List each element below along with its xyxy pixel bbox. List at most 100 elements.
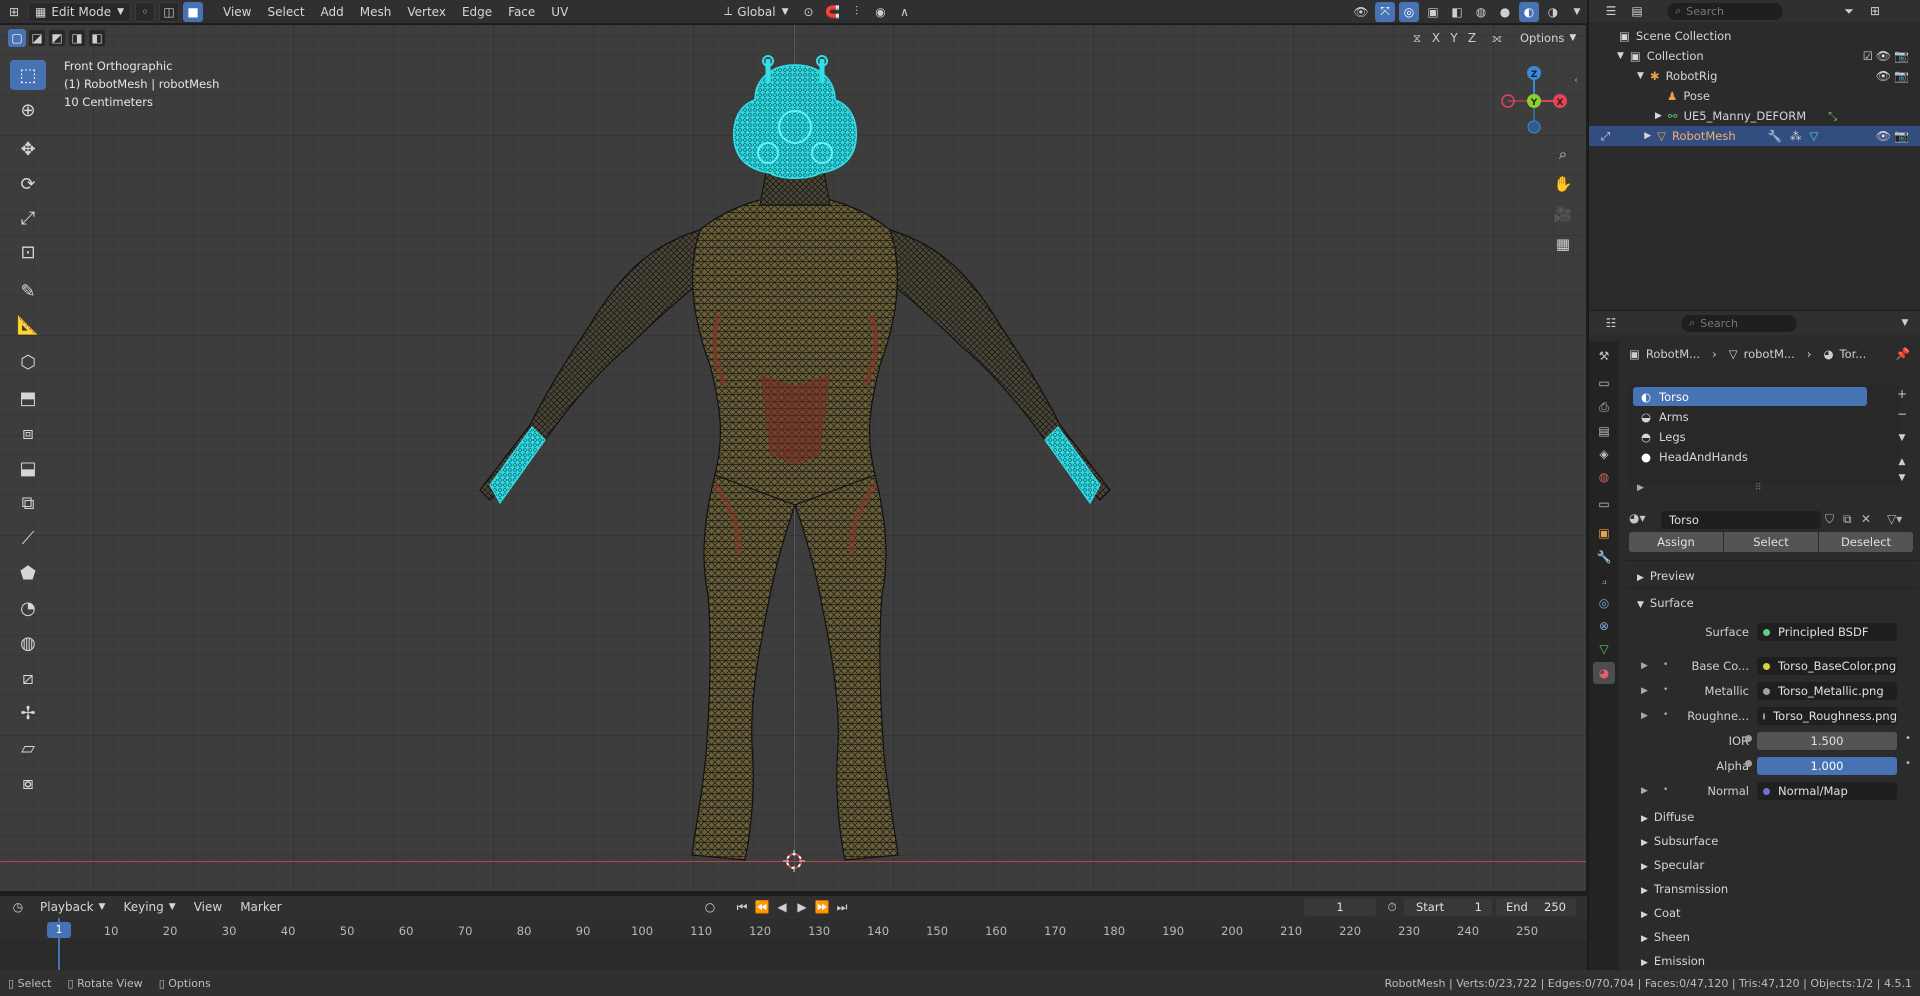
visibility-icon[interactable]: 👁 [1351, 2, 1371, 22]
modifier-tab-icon[interactable]: 🔧 [1593, 546, 1615, 568]
transform-tool-icon[interactable]: ⊡ [10, 237, 46, 267]
spin-tool-icon[interactable]: ◔ [10, 593, 46, 623]
properties-search-input[interactable]: ⌕ Search [1681, 314, 1797, 332]
material-slot-legs[interactable]: ◓ Legs [1633, 427, 1867, 446]
eye-icon[interactable]: 👁 [1876, 129, 1891, 143]
filter-icon[interactable]: ⏷ [1839, 1, 1859, 21]
cursor-tool-icon[interactable]: ⊕ [10, 95, 46, 125]
constraints-tab-icon[interactable]: ⊗ [1593, 615, 1615, 637]
subpanel-emission[interactable]: ▶ Emission [1641, 954, 1705, 968]
record-icon[interactable]: ○ [700, 897, 720, 917]
falloff-icon[interactable]: ∧ [895, 2, 915, 22]
auto-merge-icon[interactable]: ⟗ [1488, 29, 1506, 47]
loop-cut-tool-icon[interactable]: ⧉ [10, 488, 46, 518]
subpanel-diffuse[interactable]: ▶ Diffuse [1641, 810, 1694, 824]
shear-tool-icon[interactable]: ▱ [10, 733, 46, 763]
add-cube-tool-icon[interactable]: ⬡ [10, 347, 46, 377]
world-tab-icon[interactable]: ◍ [1593, 466, 1615, 488]
start-frame-field[interactable]: Start 1 [1404, 898, 1492, 916]
playhead-frame-badge[interactable]: 1 [47, 922, 71, 938]
chevron-right-icon[interactable]: ▶ [1641, 711, 1648, 721]
timeline-menu-keying[interactable]: Keying ▼ [117, 897, 181, 917]
timeline-editor-icon[interactable]: ◷ [8, 897, 28, 917]
zoom-icon[interactable]: ⌕ [1550, 141, 1576, 167]
pan-hand-icon[interactable]: ✋ [1550, 171, 1576, 197]
material-slot-arms[interactable]: ◒ Arms [1633, 407, 1867, 426]
jump-keyframe-forward-icon[interactable]: ⏩ [812, 897, 832, 917]
outliner-row-collection[interactable]: ▼ ▣ Collection ☑ 👁 📷 [1589, 46, 1920, 66]
3d-viewport[interactable]: ▢ ◪ ◩ ◨ ◧ ⬚ ⊕ ✥ ⟳ ⤢ ⊡ ✎ 📐 ⬡ ⬒ ⧈ ⬓ ⧉ ⟋ ⬟ … [0, 25, 1586, 891]
edge-slide-tool-icon[interactable]: ⧄ [10, 663, 46, 693]
surface-panel-header[interactable]: ▼ Surface [1637, 596, 1694, 610]
select-new-icon[interactable]: ▢ [8, 29, 26, 47]
axis-z-toggle[interactable]: Z [1464, 29, 1480, 47]
smooth-tool-icon[interactable]: ◍ [10, 628, 46, 658]
xray-icon[interactable]: ◧ [1447, 2, 1467, 22]
sidebar-toggle-icon[interactable]: ‹ [1574, 75, 1578, 86]
snap-icon[interactable]: 🧲 [823, 2, 843, 22]
outliner-row-robotmesh[interactable]: ⤢ ▶ ▽ RobotMesh 🔧 ⁂ ▽ 👁 📷 [1589, 126, 1920, 146]
add-slot-icon[interactable]: + [1893, 385, 1911, 403]
unlink-material-icon[interactable]: ✕ [1861, 512, 1871, 526]
camera-icon[interactable]: 📷 [1894, 129, 1909, 143]
material-browse-icon[interactable]: ◕▾ [1629, 511, 1646, 525]
select-box-tool-icon[interactable]: ⬚ [10, 60, 46, 90]
edit-mode-icon[interactable]: ⤢ [1601, 129, 1610, 144]
ior-field[interactable]: 1.500 [1757, 732, 1897, 750]
subpanel-coat[interactable]: ▶ Coat [1641, 906, 1681, 920]
play-reverse-icon[interactable]: ◀ [772, 897, 792, 917]
material-tab-icon[interactable]: ◕ [1593, 662, 1615, 684]
overlay-icon[interactable]: ◎ [1399, 1, 1419, 22]
display-mode-icon[interactable]: ▤ [1627, 1, 1647, 21]
extrude-tool-icon[interactable]: ⬒ [10, 383, 46, 413]
view-layer-tab-icon[interactable]: ▤ [1593, 420, 1615, 442]
new-collection-icon[interactable]: ⊞ [1865, 1, 1885, 21]
remove-slot-icon[interactable]: − [1893, 405, 1911, 423]
move-up-icon[interactable]: ▲ [1893, 454, 1911, 470]
material-slot-torso[interactable]: ◐ Torso [1633, 387, 1867, 406]
wireframe-shading-icon[interactable]: ◍ [1471, 2, 1491, 22]
play-icon[interactable]: ▶ [792, 897, 812, 917]
resize-grip-icon[interactable]: ⠿ [1755, 483, 1762, 493]
bevel-tool-icon[interactable]: ⬓ [10, 453, 46, 483]
jump-keyframe-back-icon[interactable]: ⏪ [752, 897, 772, 917]
camera-icon[interactable]: 📷 [1894, 49, 1909, 63]
timeline-area[interactable]: 1102030405060708090100110120130140150160… [0, 918, 1587, 970]
shrink-fatten-tool-icon[interactable]: ✢ [10, 698, 46, 728]
select-intersect-icon[interactable]: ◧ [88, 29, 106, 47]
menu-mesh[interactable]: Mesh [354, 2, 398, 22]
normal-field[interactable]: Normal/Map [1757, 782, 1897, 800]
menu-uv[interactable]: UV [545, 2, 574, 22]
jump-end-icon[interactable]: ⏭ [832, 897, 852, 917]
knife-tool-icon[interactable]: ⟋ [10, 523, 46, 553]
subpanel-transmission[interactable]: ▶ Transmission [1641, 882, 1728, 896]
keyframe-dot-icon[interactable]: • [1905, 758, 1911, 769]
menu-edge[interactable]: Edge [456, 2, 498, 22]
metallic-field[interactable]: Torso_Metallic.png [1757, 682, 1897, 700]
select-button[interactable]: Select [1724, 532, 1818, 552]
end-frame-field[interactable]: End 250 [1496, 898, 1576, 916]
inset-tool-icon[interactable]: ⧈ [10, 418, 46, 448]
pivot-icon[interactable]: ⊙ [799, 2, 819, 22]
transform-orientation[interactable]: ⟂ Global ▼ [718, 2, 794, 22]
timeline-menu-playback[interactable]: Playback ▼ [34, 897, 111, 917]
face-select-icon[interactable]: ■ [183, 1, 204, 22]
outliner-editor-icon[interactable]: ☰ [1601, 1, 1621, 21]
link-mode-icon[interactable]: ▽▾ [1887, 512, 1902, 526]
outliner-row-pose[interactable]: ♟ Pose [1589, 86, 1920, 106]
rotate-tool-icon[interactable]: ⟳ [10, 169, 46, 199]
menu-add[interactable]: Add [315, 2, 350, 22]
data-tab-icon[interactable]: ▽ [1593, 638, 1615, 660]
particles-tab-icon[interactable]: ⟓ [1593, 569, 1615, 591]
assign-button[interactable]: Assign [1629, 532, 1723, 552]
select-extend-icon[interactable]: ◪ [28, 29, 46, 47]
scale-tool-icon[interactable]: ⤢ [10, 203, 46, 233]
stopwatch-icon[interactable]: ⏱ [1382, 897, 1402, 917]
render-tab-icon[interactable]: ▭ [1593, 372, 1615, 394]
move-down-icon[interactable]: ▼ [1893, 470, 1911, 486]
chevron-right-icon[interactable]: ▶ [1641, 686, 1648, 696]
preview-panel-header[interactable]: ▶ Preview [1637, 569, 1695, 583]
editor-type-icon[interactable]: ⊞ [4, 2, 24, 22]
chevron-right-icon[interactable]: ▶ [1641, 786, 1648, 796]
poly-build-tool-icon[interactable]: ⬟ [10, 558, 46, 588]
